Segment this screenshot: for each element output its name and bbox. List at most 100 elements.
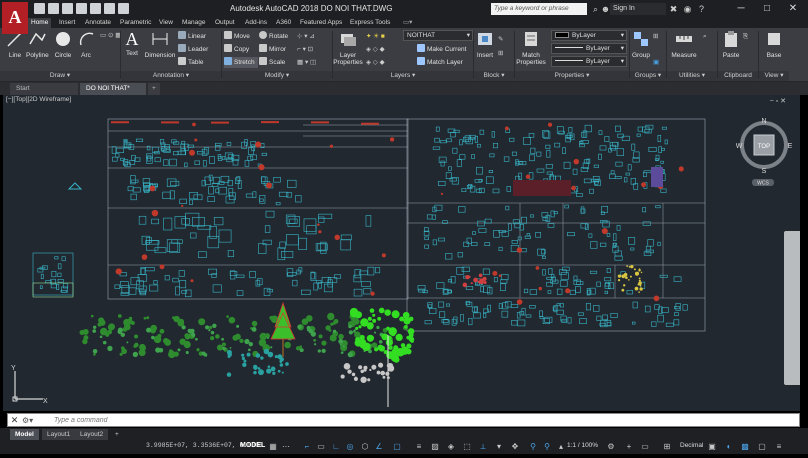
selection-filter-icon[interactable]: ▾ bbox=[494, 442, 504, 452]
rotate-button[interactable]: Rotate bbox=[259, 31, 288, 42]
units-icon[interactable]: ▭ bbox=[640, 442, 650, 452]
draw-extra-icons[interactable]: ▭ ⊙ ▦ bbox=[100, 30, 121, 41]
linetype-dropdown[interactable]: ByLayer ▾ bbox=[551, 43, 627, 54]
viewport-window-controls[interactable]: − ▫ ✕ bbox=[770, 97, 786, 105]
selection-cycling-icon[interactable]: ◈ bbox=[446, 442, 456, 452]
group-select-icon[interactable]: ▣ bbox=[653, 57, 659, 68]
lineweight-dropdown[interactable]: ByLayer ▾ bbox=[551, 56, 627, 67]
units-value[interactable]: Decimal bbox=[680, 442, 703, 449]
panel-title-draw[interactable]: Draw ▾ bbox=[0, 71, 120, 81]
viewcube-west[interactable]: W bbox=[736, 143, 743, 150]
layer-tools-icons[interactable]: ◈ ◇ ◆ bbox=[366, 44, 385, 55]
block-extra-icons-2[interactable]: ⊞ bbox=[498, 48, 503, 59]
tab-layout1[interactable]: Layout1 bbox=[42, 429, 76, 440]
sign-in-button[interactable]: Sign In bbox=[610, 3, 666, 15]
add-layout-button[interactable]: + bbox=[110, 429, 124, 440]
customization-icon[interactable]: ≡ bbox=[774, 442, 784, 452]
modify-extra-icons[interactable]: ⊹ ▾ ⊿ bbox=[297, 31, 315, 42]
viewcube-top-face[interactable]: TOP bbox=[758, 144, 770, 150]
navigation-bar[interactable] bbox=[784, 231, 800, 385]
color-dropdown[interactable]: ByLayer ▾ bbox=[551, 30, 627, 41]
panel-title-utilities[interactable]: Utilities ▾ bbox=[667, 71, 717, 81]
exchange-apps-icon[interactable]: ✖ bbox=[668, 3, 679, 15]
panel-title-block[interactable]: Block ▾ bbox=[474, 71, 514, 81]
clean-screen-icon[interactable]: ▢ bbox=[757, 442, 767, 452]
match-layer-button[interactable]: Match Layer bbox=[417, 57, 463, 68]
panel-title-layers[interactable]: Layers ▾ bbox=[333, 71, 473, 81]
dimension-button[interactable]: Dimension bbox=[144, 30, 176, 59]
group-button[interactable]: Group bbox=[631, 30, 651, 59]
grid-icon[interactable]: ▦ bbox=[268, 442, 278, 452]
tab-featured-apps[interactable]: Featured Apps bbox=[297, 18, 345, 28]
viewcube-north[interactable]: N bbox=[761, 118, 766, 125]
clipboard-extra-icons[interactable]: ⎘ bbox=[743, 31, 748, 42]
search-input[interactable]: Type a keyword or phrase bbox=[491, 3, 587, 15]
workspace-gear-icon[interactable]: ⚙ bbox=[606, 442, 616, 452]
drawing-canvas[interactable]: [−][Top][2D Wireframe] − ▫ ✕ TOP N S E W… bbox=[3, 95, 800, 411]
model-space-button[interactable]: MODEL bbox=[240, 442, 265, 449]
layer-properties-button[interactable]: Layer Properties bbox=[333, 30, 363, 66]
panel-title-view[interactable]: View ▾ bbox=[759, 71, 789, 81]
circle-button[interactable]: Circle bbox=[53, 30, 73, 59]
annotation-monitor-icon[interactable]: + bbox=[624, 442, 634, 452]
tab-a360[interactable]: A360 bbox=[273, 18, 294, 28]
lineweight-icon[interactable]: ≡ bbox=[414, 442, 424, 452]
arc-button[interactable]: Arc bbox=[78, 30, 94, 59]
leader-button[interactable]: Leader bbox=[178, 44, 208, 55]
connect-icon[interactable]: ◉ bbox=[682, 3, 693, 15]
panel-title-clipboard[interactable]: Clipboard bbox=[718, 71, 758, 81]
lock-ui-icon[interactable]: ▣ bbox=[707, 442, 717, 452]
save-as-icon[interactable] bbox=[76, 3, 87, 14]
infer-constraints-icon[interactable]: ⌐ bbox=[302, 442, 312, 452]
tab-start[interactable]: Start bbox=[10, 83, 78, 95]
modify-extra-icons-3[interactable]: ▦ ▾ ◫ bbox=[297, 57, 316, 68]
close-command-line-icon[interactable]: ✕ bbox=[9, 415, 20, 426]
mirror-button[interactable]: Mirror bbox=[259, 44, 286, 55]
3d-osnap-icon[interactable]: ⬚ bbox=[462, 442, 472, 452]
object-snap-tracking-icon[interactable]: ∠ bbox=[374, 442, 384, 452]
tab-home[interactable]: Home bbox=[28, 18, 52, 28]
viewcube-east[interactable]: E bbox=[788, 143, 793, 150]
maximize-button[interactable]: □ bbox=[754, 0, 780, 18]
tab-insert[interactable]: Insert bbox=[56, 18, 78, 28]
tab-view[interactable]: View bbox=[156, 18, 176, 28]
command-input[interactable] bbox=[54, 415, 754, 426]
annotation-scale-icon[interactable]: ▴ bbox=[556, 442, 566, 452]
minimize-button[interactable]: ─ bbox=[728, 0, 754, 18]
tab-manage[interactable]: Manage bbox=[179, 18, 209, 28]
isodraft-icon[interactable]: ⬡ bbox=[360, 442, 370, 452]
modify-extra-icons-2[interactable]: ⌐ ▾ ⊡ bbox=[297, 44, 313, 55]
tab-layout2[interactable]: Layout2 bbox=[75, 429, 109, 440]
panel-title-modify[interactable]: Modify ▾ bbox=[222, 71, 332, 81]
polar-tracking-icon[interactable]: ◎ bbox=[345, 442, 355, 452]
annotation-visibility-icon[interactable]: ⚲ bbox=[528, 442, 538, 452]
gizmo-icon[interactable]: ✥ bbox=[510, 442, 520, 452]
viewcube[interactable]: TOP N S E W WCS bbox=[736, 117, 794, 187]
wcs-menu[interactable]: WCS bbox=[757, 181, 769, 187]
scale-button[interactable]: Scale bbox=[259, 57, 285, 68]
hardware-acceleration-icon[interactable]: ▩ bbox=[740, 442, 750, 452]
isolate-objects-icon[interactable]: ◐ bbox=[724, 442, 734, 452]
match-properties-button[interactable]: Match Properties bbox=[515, 30, 547, 66]
panel-title-groups[interactable]: Groups ▾ bbox=[630, 71, 666, 81]
autocad-logo-button[interactable]: A bbox=[2, 2, 28, 34]
base-button[interactable]: Base bbox=[764, 30, 784, 59]
object-snap-icon[interactable]: ▢ bbox=[392, 442, 402, 452]
layer-dropdown[interactable]: NOITHAT ▾ bbox=[403, 30, 473, 41]
save-icon[interactable] bbox=[62, 3, 73, 14]
line-button[interactable]: Line bbox=[6, 30, 24, 59]
panel-title-properties[interactable]: Properties ▾ bbox=[515, 71, 629, 81]
group-extra-icons[interactable]: ⊞ bbox=[653, 31, 658, 42]
insert-button[interactable]: Insert bbox=[476, 30, 494, 59]
annotation-scale-value[interactable]: 1:1 / 100% bbox=[567, 442, 598, 449]
tab-express-tools[interactable]: Express Tools bbox=[347, 18, 393, 28]
auto-scale-icon[interactable]: ⚲ bbox=[542, 442, 552, 452]
ribbon-options-icon[interactable]: ▭▾ bbox=[400, 18, 415, 28]
dynamic-ucs-icon[interactable]: ⟂ bbox=[478, 442, 488, 452]
dynamic-input-icon[interactable]: ▭ bbox=[316, 442, 326, 452]
snap-icon[interactable]: ⋯ bbox=[281, 442, 291, 452]
new-file-icon[interactable] bbox=[34, 3, 45, 14]
print-icon[interactable] bbox=[90, 3, 101, 14]
table-button[interactable]: Table bbox=[178, 57, 204, 68]
panel-title-annotation[interactable]: Annotation ▾ bbox=[121, 71, 221, 81]
